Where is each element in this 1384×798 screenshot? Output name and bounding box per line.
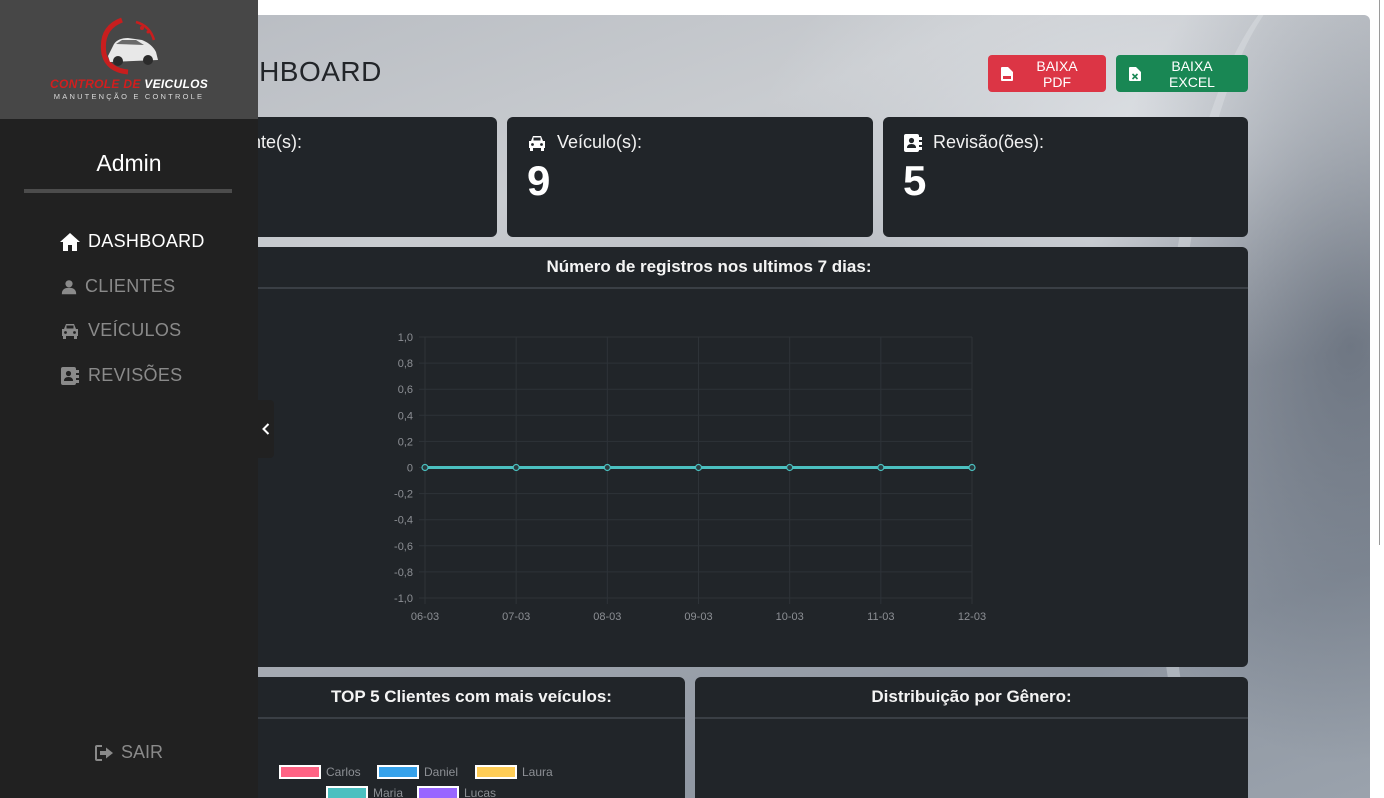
stat-value: 5 (903, 157, 927, 204)
legend-swatch[interactable] (326, 786, 368, 798)
x-tick-label: 07-03 (502, 611, 530, 623)
logout-label: SAIR (121, 742, 164, 762)
y-tick-label: 0,8 (398, 358, 413, 370)
legend-swatch[interactable] (279, 765, 321, 779)
car-icon (62, 323, 78, 339)
stat-card-revisions: Revisão(ões): 5 (883, 117, 1248, 237)
y-tick-label: -0,2 (394, 489, 413, 501)
stat-label: Revisão(ões): (933, 132, 1045, 152)
logo-title: CONTROLE DE VEICULOS (0, 77, 258, 91)
chart-title: Número de registros nos ultimos 7 dias: (170, 247, 1248, 289)
x-tick-label: 08-03 (593, 611, 621, 623)
address-book-icon (61, 366, 79, 385)
sidebar-item-clients[interactable]: CLIENTES (61, 276, 175, 297)
sidebar-item-label: DASHBOARD (88, 231, 205, 251)
home-icon (60, 232, 80, 251)
legend-label[interactable]: Maria (373, 786, 403, 798)
sidebar-item-label: CLIENTES (85, 276, 176, 296)
legend-swatch[interactable] (475, 765, 517, 779)
x-tick-label: 09-03 (684, 611, 712, 623)
sidebar-item-revisions[interactable]: REVISÕES (60, 365, 182, 386)
user-name: Admin (96, 150, 162, 176)
x-tick-label: 11-03 (867, 611, 894, 623)
user-icon (61, 279, 77, 294)
data-point (512, 463, 520, 472)
legend-label[interactable]: Daniel (424, 765, 458, 779)
legend-swatch[interactable] (377, 765, 419, 779)
file-excel-icon (1129, 66, 1141, 81)
sidebar-item-vehicles[interactable]: VEÍCULOS (60, 320, 181, 341)
logout-button[interactable]: SAIR (95, 742, 163, 763)
y-tick-label: 0 (407, 463, 413, 475)
data-point (968, 463, 976, 472)
car-logo-icon (100, 17, 158, 75)
data-point (694, 463, 703, 472)
chevron-left-icon (262, 423, 270, 435)
logo-title-white: VEICULOS (144, 77, 209, 91)
y-tick-label: -0,4 (394, 515, 413, 527)
sidebar-toggle-button[interactable] (258, 400, 274, 458)
y-tick-label: -0,8 (394, 567, 413, 579)
stat-label: Veículo(s): (557, 132, 643, 152)
y-tick-label: -1,0 (394, 593, 413, 605)
download-excel-button[interactable]: BAIXA EXCEL (1116, 55, 1248, 92)
y-tick-label: -0,6 (394, 541, 413, 553)
legend-label[interactable]: Carlos (326, 765, 361, 779)
x-tick-label: 12-03 (958, 611, 986, 623)
sidebar-item-label: REVISÕES (88, 365, 183, 385)
y-tick-label: 0,4 (398, 410, 413, 422)
legend-label[interactable]: Laura (522, 765, 553, 779)
stat-label-group: Veículo(s): (527, 132, 642, 153)
y-tick-label: 0,2 (398, 436, 413, 448)
line-chart: 1,0 0,8 0,6 0,4 0,2 0 -0,2 -0,4 -0,6 -0,8 -1,0 06-0… (394, 332, 986, 623)
legend-swatch[interactable] (417, 786, 459, 798)
sign-out-icon (95, 744, 113, 761)
data-point (421, 463, 429, 472)
scrollbar-thumb[interactable] (1379, 0, 1380, 545)
divider (24, 189, 232, 193)
line-chart-card: Número de registros nos ultimos 7 dias: … (170, 247, 1248, 667)
sidebar: CONTROLE DE VEICULOS MANUTENÇÃO E CONTRO… (0, 0, 258, 798)
sidebar-item-dashboard[interactable]: DASHBOARD (60, 231, 205, 252)
car-icon (529, 135, 545, 151)
x-tick-label: 06-03 (411, 611, 439, 623)
chart-title: Distribuição por Gênero: (695, 677, 1248, 719)
logo-title-red: CONTROLE DE (49, 77, 141, 91)
sidebar-item-label: VEÍCULOS (88, 320, 182, 340)
download-excel-label: BAIXA EXCEL (1169, 57, 1215, 90)
data-point (603, 463, 611, 472)
y-tick-label: 0,6 (398, 384, 413, 396)
gender-card: Distribuição por Gênero: (695, 677, 1248, 798)
address-book-icon (904, 133, 922, 152)
stat-label-group: Revisão(ões): (903, 132, 1044, 153)
stat-card-vehicles: Veículo(s): 9 (507, 117, 873, 237)
logo: CONTROLE DE VEICULOS MANUTENÇÃO E CONTRO… (0, 0, 258, 119)
download-pdf-label: BAIXA PDF (1036, 57, 1078, 90)
logo-subtitle: MANUTENÇÃO E CONTROLE (53, 92, 205, 101)
data-point (786, 463, 794, 472)
scrollbar-track[interactable] (1370, 0, 1384, 798)
download-pdf-button[interactable]: BAIXA PDF (988, 55, 1106, 92)
y-tick-label: 1,0 (398, 332, 413, 344)
file-pdf-icon (1001, 66, 1013, 81)
stat-value: 9 (527, 157, 551, 204)
legend-label[interactable]: Lucas (464, 786, 496, 798)
data-point (877, 463, 885, 472)
x-tick-label: 10-03 (776, 611, 804, 623)
